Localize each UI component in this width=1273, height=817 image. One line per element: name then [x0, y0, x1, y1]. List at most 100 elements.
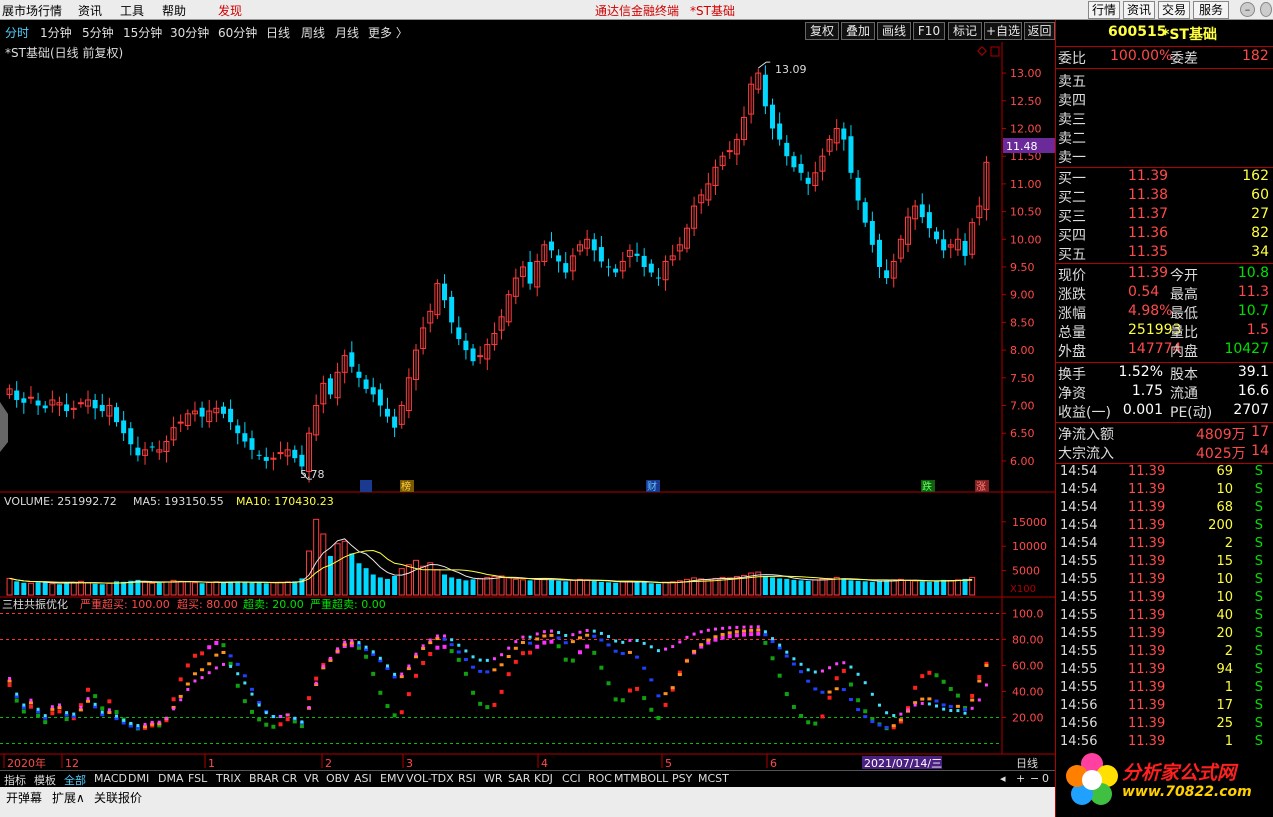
- candle-body: [726, 150, 733, 153]
- indicator-mark-slow: [435, 634, 439, 638]
- indicator-tab[interactable]: RSI: [458, 772, 476, 785]
- menu-news[interactable]: 资讯: [78, 2, 102, 19]
- indicator-mark-fast: [463, 671, 468, 676]
- indicator-tab[interactable]: 模板: [34, 772, 56, 788]
- buy-level-row[interactable]: 买四 11.36 82: [1058, 225, 1273, 244]
- indicator-tab[interactable]: FSL: [188, 772, 207, 785]
- indicator-tab[interactable]: PSY: [672, 772, 692, 785]
- indicator-tab[interactable]: OBV: [326, 772, 349, 785]
- buy-level-price: 11.35: [1128, 244, 1169, 260]
- price-axis: 13.0012.5012.0011.5011.0010.5010.009.509…: [1002, 67, 1042, 468]
- add-watchlist-button[interactable]: +自选: [984, 22, 1022, 40]
- close-icon[interactable]: [1260, 2, 1272, 17]
- chart-nav-button[interactable]: 0: [1042, 772, 1049, 785]
- tick-time: 14:55: [1060, 572, 1098, 587]
- indicator-tab[interactable]: 指标: [4, 772, 26, 788]
- indicator-tab[interactable]: ASI: [354, 772, 372, 785]
- stat-row: 换手 1.52% 股本 39.1: [1058, 364, 1273, 383]
- quote-tab-button[interactable]: 行情: [1088, 1, 1120, 19]
- chart-nav-button[interactable]: ◂: [1000, 772, 1006, 785]
- expand-toggle[interactable]: 扩展∧: [52, 789, 85, 806]
- indicator-mark-fast: [492, 702, 497, 707]
- adjust-button[interactable]: 复权: [805, 22, 839, 40]
- candle-body: [27, 396, 34, 399]
- indicator-tab[interactable]: MACD: [94, 772, 127, 785]
- f10-button[interactable]: F10: [913, 22, 945, 40]
- buy-level-row[interactable]: 买三 11.37 27: [1058, 206, 1273, 225]
- indicator-tab[interactable]: 全部: [64, 772, 86, 788]
- indicator-mark-slow: [200, 676, 204, 680]
- news-tab-button[interactable]: 资讯: [1123, 1, 1155, 19]
- minimize-icon[interactable]: –: [1240, 2, 1255, 17]
- chart-nav-button[interactable]: +: [1016, 772, 1025, 785]
- chart-nav-button[interactable]: −: [1030, 772, 1039, 785]
- chart-canvas[interactable]: 13.0012.5012.0011.5011.0010.5010.009.509…: [0, 42, 1055, 770]
- menu-market[interactable]: 展市场行情: [2, 2, 62, 19]
- indicator-tab[interactable]: DMI: [128, 772, 149, 785]
- menu-tools[interactable]: 工具: [120, 2, 144, 19]
- indicator-mark-fast: [414, 673, 418, 678]
- indicator-mark-fast: [955, 693, 960, 698]
- chart-area[interactable]: 13.00 12.50 12.00 11.50 11.00 10.50 10.00 9.50 9…: [0, 42, 1055, 770]
- tab-5min[interactable]: 5分钟: [82, 24, 114, 41]
- tab-60min[interactable]: 60分钟: [218, 24, 257, 41]
- indicator-mark-fast: [100, 706, 105, 711]
- indicator-tab[interactable]: SAR: [508, 772, 530, 785]
- tab-weekly[interactable]: 周线: [301, 24, 325, 41]
- draw-line-button[interactable]: 画线: [877, 22, 911, 40]
- volume-bar: [512, 578, 519, 596]
- indicator-tab[interactable]: DMA: [158, 772, 184, 785]
- volume-bar: [356, 563, 362, 595]
- volume-bar: [163, 581, 170, 596]
- indicator-mark-slow: [122, 718, 126, 722]
- mark-button[interactable]: 标记: [948, 22, 982, 40]
- indicator-mark-slow: [393, 672, 397, 676]
- indicator-mark-fast: [542, 640, 547, 645]
- related-quote-link[interactable]: 关联报价: [94, 789, 142, 806]
- stat-label-2: 内盘: [1170, 344, 1198, 360]
- indicator-tab[interactable]: CCI: [562, 772, 581, 785]
- indicator-tab[interactable]: WR: [484, 772, 503, 785]
- indicator-tab[interactable]: KDJ: [534, 772, 553, 785]
- stat-row: 净资 1.75 流通 16.6: [1058, 383, 1273, 402]
- flow-row: 大宗流入 4025万 14: [1058, 443, 1273, 462]
- indicator-tab[interactable]: MCST: [698, 772, 729, 785]
- trade-tab-button[interactable]: 交易: [1158, 1, 1190, 19]
- indicator-tab[interactable]: VOL-TDX: [406, 772, 454, 785]
- indicator-mark-mid: [756, 628, 761, 632]
- tab-1min[interactable]: 1分钟: [40, 24, 72, 41]
- volume-bar: [577, 578, 583, 596]
- tab-intraday[interactable]: 分时: [5, 24, 29, 41]
- indicator-mark-slow: [977, 698, 981, 702]
- danmu-toggle[interactable]: 开弹幕: [6, 789, 42, 806]
- buy-level-row[interactable]: 买二 11.38 60: [1058, 187, 1273, 206]
- indicator-tab[interactable]: EMV: [380, 772, 404, 785]
- service-tab-button[interactable]: 服务: [1193, 1, 1229, 19]
- buy-level-row[interactable]: 买五 11.35 34: [1058, 244, 1273, 263]
- indicator-mark-mid: [578, 636, 582, 640]
- date-axis: 2020年 12 1 2 3 4 5 6: [3, 754, 777, 770]
- indicator-tab[interactable]: VR: [304, 772, 319, 785]
- tab-15min[interactable]: 15分钟: [123, 24, 162, 41]
- buy-level-row[interactable]: 买一 11.39 162: [1058, 168, 1273, 187]
- tab-more[interactable]: 更多 〉: [368, 24, 408, 41]
- overlay-button[interactable]: 叠加: [841, 22, 875, 40]
- indicator-mark-fast: [777, 673, 782, 678]
- indicator-tab[interactable]: TRIX: [216, 772, 241, 785]
- tick-row: 14:55 11.39 10 S: [1058, 590, 1273, 608]
- tab-monthly[interactable]: 月线: [335, 24, 359, 41]
- volume-bar: [327, 555, 333, 595]
- tick-volume: 25: [1216, 716, 1233, 731]
- indicator-tab[interactable]: MTM: [614, 772, 640, 785]
- menu-help[interactable]: 帮助: [162, 2, 186, 19]
- indicator-tab[interactable]: ROC: [588, 772, 612, 785]
- indicator-mark-slow: [157, 720, 161, 724]
- tab-30min[interactable]: 30分钟: [170, 24, 209, 41]
- indicator-tab[interactable]: BOLL: [640, 772, 668, 785]
- indicator-tab[interactable]: BRAR: [249, 772, 279, 785]
- indicator-tab[interactable]: CR: [282, 772, 297, 785]
- back-button[interactable]: 返回: [1024, 22, 1055, 40]
- tab-daily[interactable]: 日线: [266, 24, 290, 41]
- menu-discover[interactable]: 发现: [218, 2, 242, 19]
- indicator-mark-fast: [734, 633, 739, 638]
